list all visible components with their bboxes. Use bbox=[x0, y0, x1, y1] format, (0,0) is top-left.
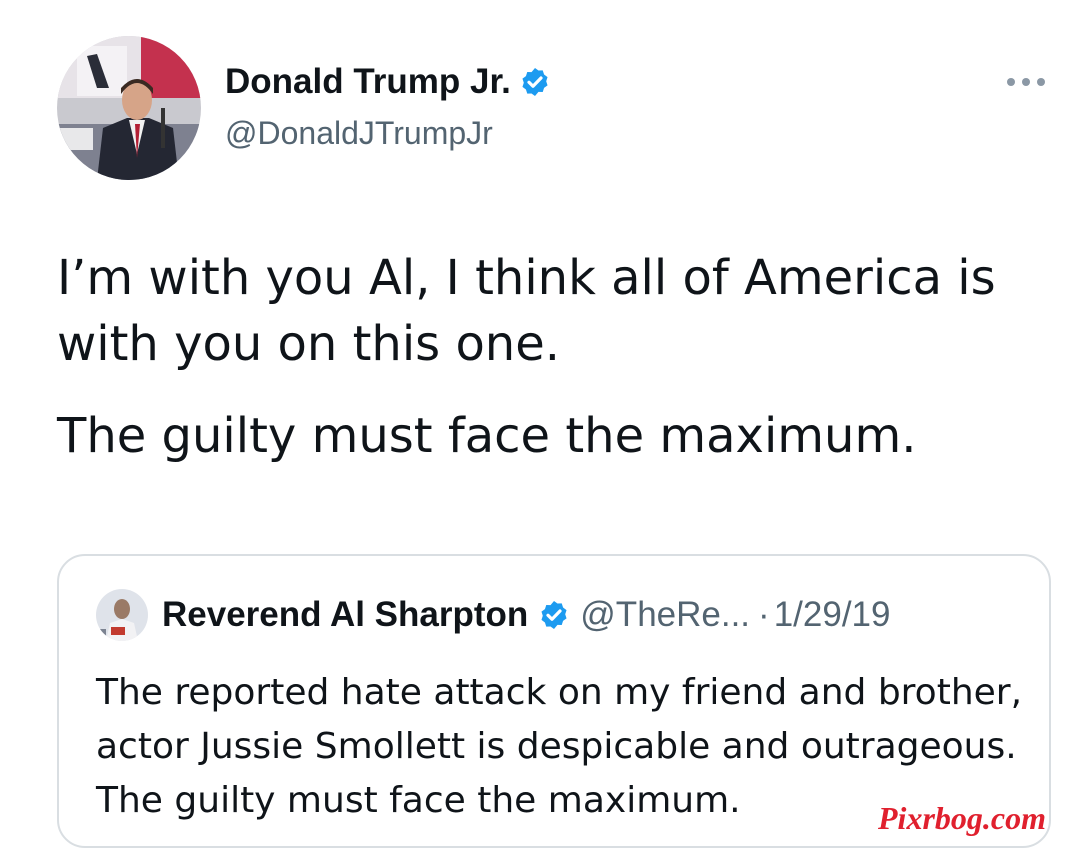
tweet-text-paragraph: The guilty must face the maximum. bbox=[57, 408, 917, 464]
quoted-tweet-date[interactable]: 1/29/19 bbox=[774, 595, 891, 635]
author-handle[interactable]: @DonaldJTrumpJr bbox=[225, 112, 493, 154]
header-separator: · bbox=[758, 595, 770, 634]
author-avatar[interactable] bbox=[57, 36, 201, 180]
author-name-row: Donald Trump Jr. bbox=[225, 60, 551, 104]
quoted-author-name[interactable]: Reverend Al Sharpton bbox=[162, 595, 528, 635]
quoted-author-avatar-photo-icon bbox=[96, 589, 148, 641]
author-name[interactable]: Donald Trump Jr. bbox=[225, 60, 511, 104]
verified-badge-icon bbox=[522, 68, 548, 96]
watermark-logo: Pixrbog.com bbox=[878, 800, 1046, 836]
quoted-tweet-header: Reverend Al Sharpton @TheRe... · 1/29/19 bbox=[96, 589, 890, 641]
quoted-author-avatar[interactable] bbox=[96, 589, 148, 641]
verified-badge-icon bbox=[541, 601, 567, 629]
author-avatar-photo-icon bbox=[57, 36, 201, 180]
tweet-text: I’m with you Al, I think all of America … bbox=[57, 245, 1047, 495]
more-options-icon[interactable] bbox=[1004, 70, 1048, 94]
quoted-author-handle[interactable]: @TheRe... bbox=[580, 595, 750, 635]
tweet-text-paragraph: I’m with you Al, I think all of America … bbox=[57, 250, 996, 372]
